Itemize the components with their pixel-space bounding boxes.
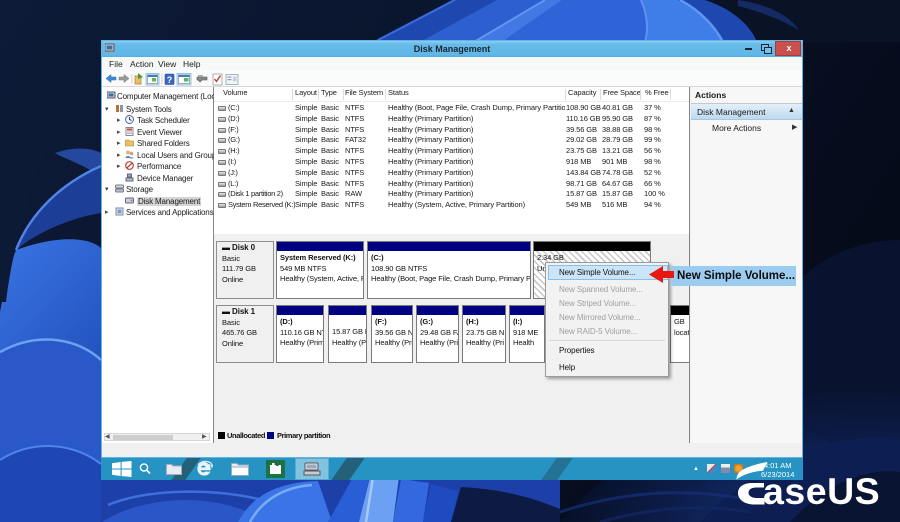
- svg-text:aseUS: aseUS: [763, 470, 880, 512]
- svg-text:?: ?: [167, 75, 173, 85]
